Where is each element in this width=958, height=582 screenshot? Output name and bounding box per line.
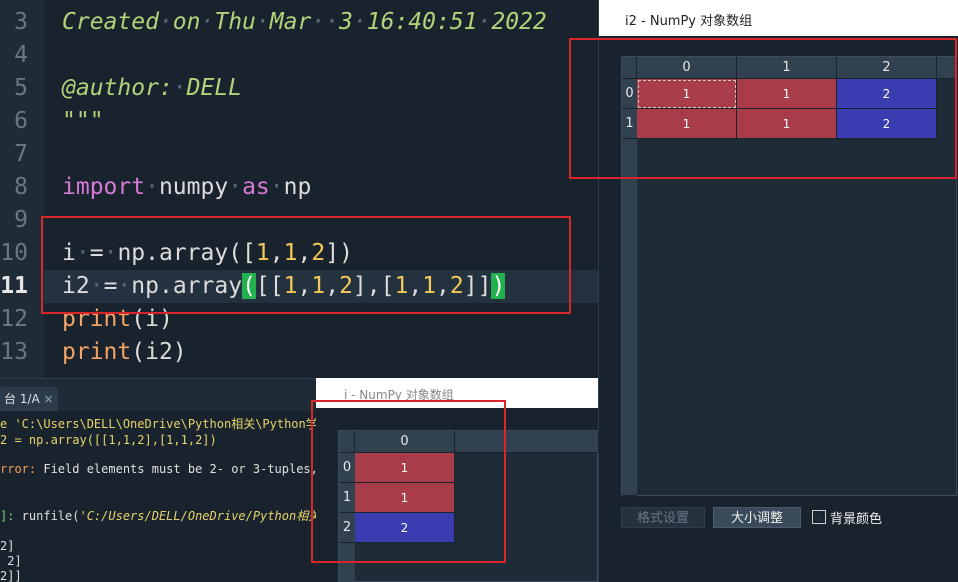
annotation-box-code	[41, 216, 571, 314]
line-number: 13	[0, 339, 28, 365]
input-prompt: ]:	[0, 509, 15, 523]
code-line-6[interactable]: """	[62, 108, 104, 134]
console-line: e 'C:\Users\DELL\OneDrive\Python相关\Pytho…	[0, 417, 316, 431]
builtin-print: print	[62, 339, 132, 365]
background-color-checkbox[interactable]	[812, 510, 826, 524]
line-number: 4	[14, 42, 28, 68]
line-number: 5	[14, 75, 28, 101]
console-tab-label: 台 1/A	[4, 392, 40, 406]
line-number-gutter: 3 4 5 6 7 8 9 10 11 12 13	[0, 0, 44, 378]
module-name: ·numpy·	[145, 174, 243, 200]
string-literal: 'C:/Users/DELL/OneDrive/Python相关/	[79, 509, 316, 523]
line-number-current: 11	[0, 273, 28, 299]
background-color-label[interactable]: 背景颜色	[830, 508, 882, 527]
code-line-8[interactable]: import·numpy·as·np	[62, 174, 311, 200]
row-header-filler	[622, 139, 637, 496]
console-tab-bar: 台 1/A ×	[0, 379, 316, 411]
module-alias: ·np	[269, 174, 312, 200]
console-output: 2]	[0, 554, 22, 568]
line-number: 10	[0, 240, 28, 266]
code-editor[interactable]: 3 4 5 6 7 8 9 10 11 12 13 Created·on·Thu…	[0, 0, 600, 378]
line-number: 12	[0, 306, 28, 332]
console-output: 2]]	[0, 569, 22, 582]
code-text: (i2)	[131, 339, 187, 365]
console-line: ]: runfile('C:/Users/DELL/OneDrive/Pytho…	[0, 507, 316, 524]
code-line-5[interactable]: @author:·DELL	[62, 75, 242, 101]
console-tab[interactable]: 台 1/A ×	[0, 387, 58, 411]
error-label: rror:	[0, 462, 37, 476]
keyword-as: as	[242, 174, 270, 200]
resize-button[interactable]: 大小调整	[713, 507, 801, 528]
line-number: 8	[14, 174, 28, 200]
console-line: rror: Field elements must be 2- or 3-tup…	[0, 462, 316, 476]
code-line-3[interactable]: Created·on·Thu·Mar··3·16:40:51·2022	[62, 9, 547, 35]
console-output: 2]	[0, 539, 15, 553]
line-number: 9	[14, 207, 28, 233]
console-line: 2 = np.array([[1,1,2],[1,1,2])	[0, 433, 217, 447]
annotation-box-i-array	[311, 400, 506, 563]
error-message: Field elements must be 2- or 3-tuples, g	[36, 462, 316, 476]
keyword-import: import	[62, 174, 146, 200]
code-line-13[interactable]: print(i2)	[62, 339, 187, 365]
window-title: i2 - NumPy 对象数组	[625, 14, 753, 29]
annotation-box-i2-array	[569, 38, 957, 179]
close-icon[interactable]: ×	[44, 392, 54, 406]
command-text: runfile(	[14, 509, 80, 523]
line-number: 7	[14, 141, 28, 167]
line-number: 6	[14, 108, 28, 134]
line-number: 3	[14, 9, 28, 35]
window-titlebar[interactable]: i2 - NumPy 对象数组	[599, 0, 958, 36]
ipython-console[interactable]: 台 1/A × e 'C:\Users\DELL\OneDrive\Python…	[0, 378, 316, 582]
format-button[interactable]: 格式设置	[621, 507, 705, 528]
